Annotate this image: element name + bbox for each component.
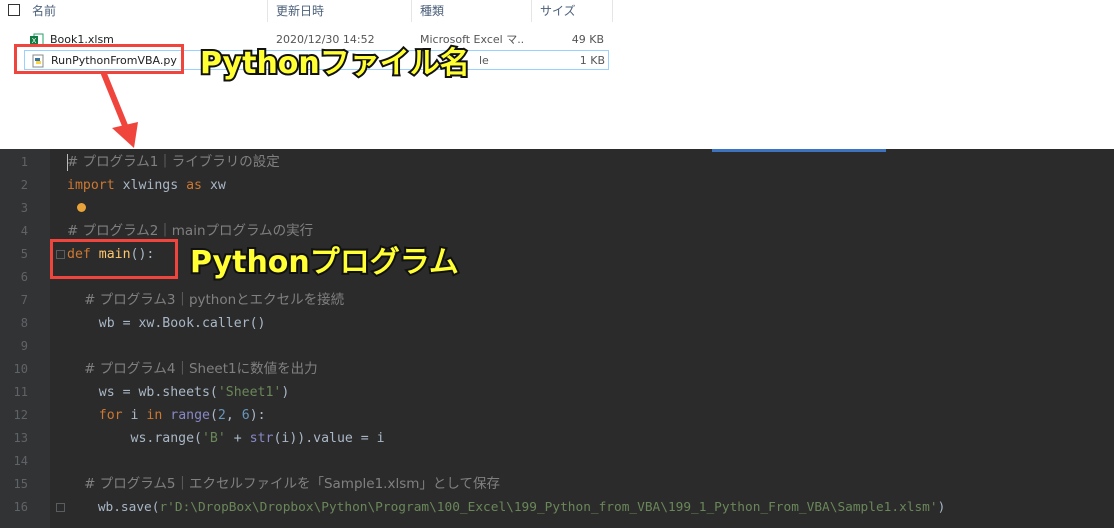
- code-line[interactable]: 1 # プログラム1｜ライブラリの設定: [0, 151, 1114, 174]
- code-line[interactable]: 13 ws.range('B' + str(i)).value = i: [0, 427, 1114, 450]
- line-number: 15: [13, 477, 28, 491]
- code-comment: # プログラム4｜Sheet1に数値を出力: [67, 361, 318, 377]
- line-number: 2: [20, 178, 28, 192]
- code-line[interactable]: 16 wb.save(r'D:\DropBox\Dropbox\Python\P…: [0, 496, 1114, 519]
- filename-annotation: Pythonファイル名: [198, 44, 472, 83]
- code-line[interactable]: 12 for i in range(2, 6):: [0, 404, 1114, 427]
- column-name[interactable]: 名前: [26, 0, 268, 22]
- code-line[interactable]: 11 ws = wb.sheets('Sheet1'): [0, 381, 1114, 404]
- column-header: 名前 更新日時 種類 サイズ: [0, 0, 613, 22]
- line-number: 8: [20, 316, 28, 330]
- code-line[interactable]: 9: [0, 335, 1114, 358]
- code-line[interactable]: 15 # プログラム5｜エクセルファイルを「Sample1.xlsm」として保存: [0, 473, 1114, 496]
- select-all-checkbox[interactable]: [8, 4, 20, 16]
- line-number: 9: [20, 339, 28, 353]
- line-number: 4: [20, 224, 28, 238]
- code-statement: ws = wb.sheets('Sheet1'): [67, 385, 290, 400]
- line-number: 13: [13, 431, 28, 445]
- fold-icon[interactable]: [56, 503, 65, 512]
- code-statement: ws.range('B' + str(i)).value = i: [67, 431, 385, 446]
- file-explorer: 名前 更新日時 種類 サイズ X Book1.xlsm 2020/12/30 1…: [0, 0, 1114, 148]
- annotation-arrow-icon: [101, 71, 138, 148]
- line-number: 12: [13, 408, 28, 422]
- column-size[interactable]: サイズ: [534, 0, 613, 22]
- file-type: le: [479, 54, 489, 67]
- code-statement: wb = xw.Book.caller(): [67, 316, 266, 331]
- line-number: 3: [20, 201, 28, 215]
- line-number: 10: [13, 362, 28, 376]
- code-save-line: wb.save(r'D:\DropBox\Dropbox\Python\Prog…: [67, 500, 946, 515]
- code-line[interactable]: 3: [0, 197, 1114, 220]
- code-line[interactable]: 8 wb = xw.Book.caller(): [0, 312, 1114, 335]
- code-line[interactable]: 10 # プログラム4｜Sheet1に数値を出力: [0, 358, 1114, 381]
- code-line[interactable]: 14: [0, 450, 1114, 473]
- column-type[interactable]: 種類: [414, 0, 532, 22]
- code-comment: # プログラム1｜ライブラリの設定: [67, 154, 280, 170]
- line-number: 14: [13, 454, 28, 468]
- program-highlight-box: [50, 239, 178, 279]
- code-comment: # プログラム5｜エクセルファイルを「Sample1.xlsm」として保存: [67, 476, 500, 492]
- code-for-loop: for i in range(2, 6):: [98, 408, 266, 423]
- program-annotation: Pythonプログラム: [188, 243, 461, 282]
- code-import-line: import xlwings as xw: [67, 178, 226, 193]
- line-number: 5: [20, 247, 28, 261]
- line-number: 7: [20, 293, 28, 307]
- code-line[interactable]: 2 import xlwings as xw: [0, 174, 1114, 212]
- code-comment: # プログラム3｜pythonとエクセルを接続: [67, 292, 345, 308]
- code-editor[interactable]: 1 # プログラム1｜ライブラリの設定 2 import xlwings as …: [0, 149, 1114, 528]
- line-number: 6: [20, 270, 28, 284]
- code-line[interactable]: 7 # プログラム3｜pythonとエクセルを接続: [0, 289, 1114, 312]
- column-date[interactable]: 更新日時: [270, 0, 412, 22]
- line-number: 16: [13, 500, 28, 514]
- file-size: 1 KB: [579, 54, 605, 67]
- file-size: 49 KB: [571, 33, 604, 46]
- line-number: 11: [13, 385, 28, 399]
- line-number: 1: [20, 155, 28, 169]
